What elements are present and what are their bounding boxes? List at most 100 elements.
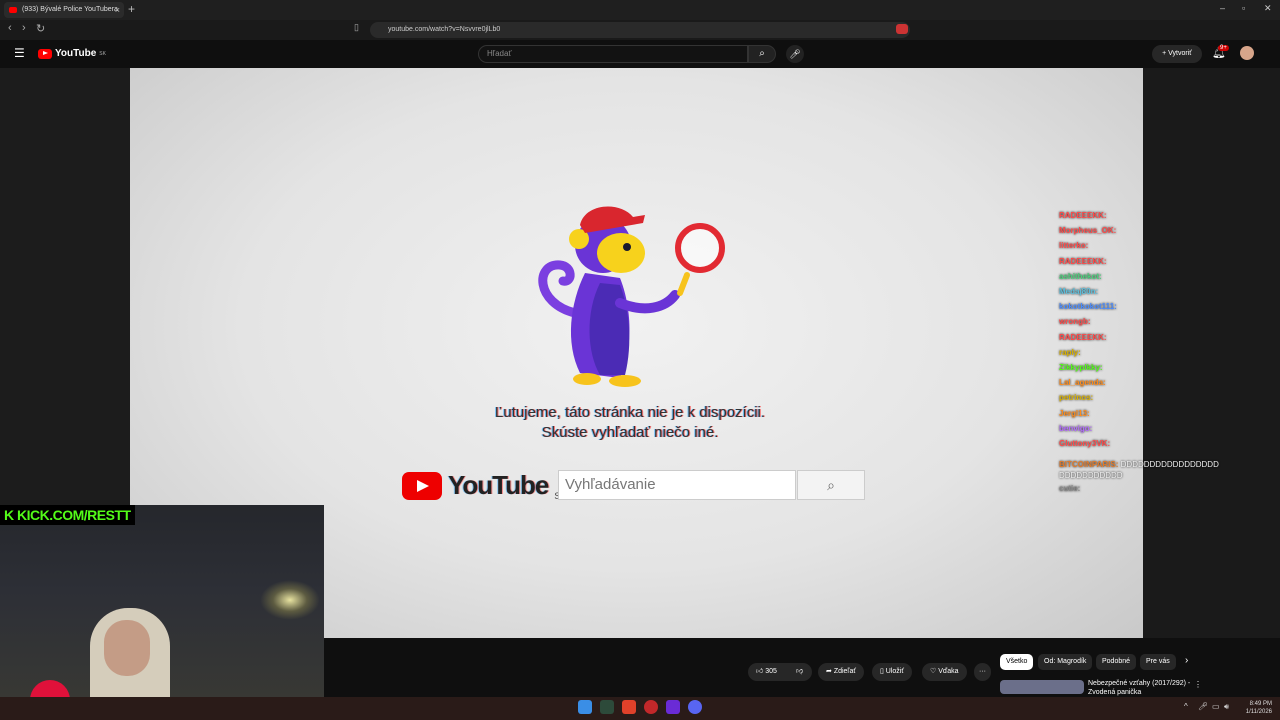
chip-all[interactable]: Všetko <box>1000 654 1034 670</box>
heart-dollar-icon: ♡ <box>930 668 939 675</box>
xbox-icon[interactable] <box>600 700 614 714</box>
back-icon[interactable]: ‹ <box>8 22 12 34</box>
minimize-icon[interactable]: – <box>1220 3 1225 13</box>
chat-message: Gluttony3VK: <box>1059 436 1239 451</box>
share-button[interactable]: ➦ Zdieľať <box>818 663 864 681</box>
lamp-glow <box>260 580 320 620</box>
chat-message: Jergl13: <box>1059 406 1239 421</box>
chat-username: Lal_agenda: <box>1059 378 1106 388</box>
youtube-favicon-icon <box>9 7 17 13</box>
bookmark-icon[interactable]: ▯ <box>354 22 359 33</box>
thanks-label: Vďaka <box>938 668 959 675</box>
chat-message: RADEEEKK: <box>1059 330 1239 345</box>
streamer-face <box>104 620 150 676</box>
kick-channel-label: K KICK.COM/RESTT <box>0 505 135 525</box>
chat-message: Medaj80n: <box>1059 284 1239 299</box>
avatar[interactable] <box>1240 46 1254 60</box>
share-icon: ➦ <box>826 668 834 675</box>
brave-shield-icon[interactable] <box>896 24 908 34</box>
chat-username: benvigo: <box>1059 423 1093 433</box>
chat-username: Morpheus_OK: <box>1059 226 1117 236</box>
left-backdrop <box>0 68 130 505</box>
error-logo-text: YouTube <box>448 470 549 500</box>
thanks-button[interactable]: ♡ Vďaka <box>922 663 967 681</box>
error-search-input[interactable]: Vyhľadávanie <box>558 470 796 500</box>
chat-message: wrongb: <box>1059 314 1239 329</box>
url-text: youtube.com/watch?v=Nsvvre0jlLb0 <box>388 26 501 33</box>
chat-username: Gluttony3VK: <box>1059 439 1111 449</box>
chat-username: ashithekot: <box>1059 271 1102 281</box>
error-search-button[interactable]: ⌕ <box>797 470 865 500</box>
share-label: Zdieľať <box>833 668 856 675</box>
error-youtube-logo[interactable]: YouTube SK <box>402 470 566 501</box>
youtube-play-icon <box>402 471 442 500</box>
chat-username: RADEEEKK: <box>1059 332 1107 342</box>
kick-url: KICK.COM/RESTT <box>17 507 131 523</box>
new-tab-icon[interactable]: + <box>128 2 135 16</box>
search-button[interactable]: ⌕ <box>748 45 776 63</box>
error-suggestion: Skúste vyhľadať niečo iné. <box>541 424 719 441</box>
search-input[interactable]: Hľadať <box>478 45 748 63</box>
reload-icon[interactable]: ↻ <box>36 22 45 35</box>
chat-message: cutie: <box>1059 481 1239 496</box>
chevron-right-icon[interactable]: › <box>1185 655 1188 666</box>
more-actions-button[interactable]: ··· <box>974 663 991 681</box>
chat-username: RADEEEKK: <box>1059 256 1107 266</box>
save-button[interactable]: ▯ Uložiť <box>872 663 912 681</box>
chat-message: kokotkokot111: <box>1059 299 1239 314</box>
menu-icon[interactable]: ☰ <box>14 46 25 60</box>
windows-start-icon[interactable] <box>578 700 592 714</box>
error-search-placeholder: Vyhľadávanie <box>565 476 656 493</box>
microphone-icon: 🎤︎ <box>789 49 801 59</box>
voice-search-button[interactable]: 🎤︎ <box>786 45 804 63</box>
tray-chevron-icon[interactable]: ^ <box>1184 702 1188 711</box>
chip-for-you[interactable]: Pre vás <box>1140 654 1176 670</box>
taskbar-clock[interactable]: 8:49 PM 1/11/2026 <box>1238 700 1272 716</box>
chat-message: litterko: <box>1059 238 1239 253</box>
recommendation-thumbnail[interactable] <box>1000 680 1084 694</box>
chat-username: Jergl13: <box>1059 408 1090 418</box>
chat-username: kokotkokot111: <box>1059 302 1117 312</box>
discord-icon[interactable] <box>688 700 702 714</box>
youtube-logo[interactable]: YouTube SK <box>38 48 106 59</box>
country-code: SK <box>99 50 106 57</box>
youtube-logo-text: YouTube <box>55 48 97 59</box>
create-button[interactable]: + Vytvoriť <box>1152 45 1202 63</box>
close-tab-icon[interactable]: × <box>115 2 120 18</box>
more-vert-icon[interactable]: ⋮ <box>1194 680 1202 689</box>
app-icon[interactable] <box>644 700 658 714</box>
chat-message: benvigo: <box>1059 421 1239 436</box>
chat-message: Zikkyplkky: <box>1059 360 1239 375</box>
thumbs-up-icon: 👍︎ <box>756 668 766 675</box>
stream-chat-overlay: RADEEEKK: Morpheus_OK: litterko: RADEEEKK: a… <box>1059 208 1239 496</box>
chat-username: RADEEEKK: <box>1059 211 1107 220</box>
windows-taskbar <box>0 697 1280 720</box>
chat-message: RADEEEKK: <box>1059 254 1239 269</box>
close-window-icon[interactable]: ✕ <box>1264 3 1272 14</box>
like-button[interactable]: 👍︎ 305 👎︎ <box>748 663 812 681</box>
chip-from-channel[interactable]: Od: Magrodík <box>1038 654 1093 670</box>
chip-related[interactable]: Podobné <box>1096 654 1137 670</box>
thumbs-down-icon[interactable]: 👎︎ <box>796 663 803 681</box>
chat-username: cutie: <box>1059 484 1081 494</box>
network-icon[interactable]: ▭ <box>1212 702 1220 711</box>
obs-icon[interactable] <box>666 700 680 714</box>
kick-k-icon: K <box>4 507 17 523</box>
forward-icon[interactable]: › <box>22 22 26 34</box>
mic-tray-icon[interactable]: 🎤︎ <box>1198 702 1208 711</box>
chat-message: BITCOINPARIS: DDDDDDDDDDDDDDDDD DDDDDDDD… <box>1059 459 1239 481</box>
recommendation-title[interactable]: Nebezpečné vzťahy (2017/292) - Zvodená p… <box>1088 679 1198 697</box>
create-label: Vytvoriť <box>1168 50 1192 57</box>
monkey-illustration-icon <box>538 206 725 387</box>
url-field[interactable]: youtube.com/watch?v=Nsvvre0jlLb0 <box>370 22 910 38</box>
volume-icon[interactable]: 🔊︎ <box>1224 702 1229 712</box>
like-count: 305 <box>765 668 777 675</box>
clock-time: 8:49 PM <box>1249 701 1272 707</box>
search-icon: ⌕ <box>759 48 765 59</box>
browser-tab[interactable]: (933) Bývalé Police YouTubera × <box>4 2 124 18</box>
tab-title: (933) Bývalé Police YouTubera <box>22 6 118 13</box>
clock-date: 1/11/2026 <box>1245 709 1272 715</box>
brave-browser-icon[interactable] <box>622 700 636 714</box>
maximize-icon[interactable]: ▫ <box>1242 3 1245 13</box>
chat-message: Morpheus_OK: <box>1059 223 1239 238</box>
